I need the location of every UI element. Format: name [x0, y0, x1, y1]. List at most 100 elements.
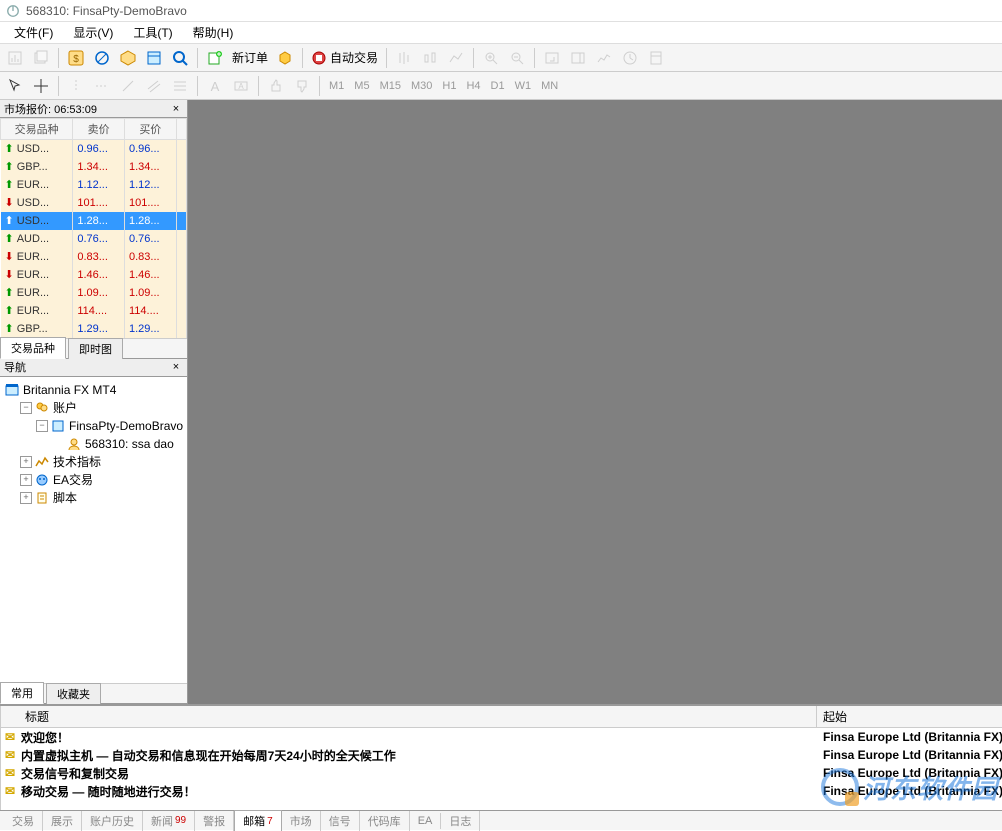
mail-subject: 内置虚拟主机 — 自动交易和信息现在开始每周7天24小时的全天候工作 [19, 747, 817, 764]
menu-file[interactable]: 文件(F) [4, 22, 63, 43]
tab-tick-chart[interactable]: 即时图 [68, 338, 123, 359]
market-row[interactable]: ⬆AUD...0.76...0.76... [1, 230, 187, 248]
close-icon[interactable]: × [169, 102, 183, 116]
strategy-tester-button[interactable] [168, 46, 192, 70]
tf-d1[interactable]: D1 [486, 78, 510, 94]
line-chart-button[interactable] [444, 46, 468, 70]
thumbs-up-icon[interactable] [264, 74, 288, 98]
tree-indicators[interactable]: + 技术指标 [2, 453, 185, 471]
tab-news[interactable]: 新闻99 [143, 811, 195, 831]
tab-mailbox[interactable]: 邮箱7 [234, 810, 282, 831]
zoom-out-button[interactable] [505, 46, 529, 70]
hline-button[interactable] [90, 74, 114, 98]
bid-price: 101.... [73, 194, 125, 212]
market-row[interactable]: ⬆EUR...114....114.... [1, 302, 187, 320]
market-row[interactable]: ⬆GBP...1.29...1.29... [1, 320, 187, 338]
tab-trade[interactable]: 交易 [4, 811, 43, 831]
tab-history[interactable]: 账户历史 [82, 811, 143, 831]
tab-common[interactable]: 常用 [0, 682, 44, 704]
tab-alerts[interactable]: 警报 [195, 811, 234, 831]
col-ask[interactable]: 买价 [124, 119, 176, 140]
expand-icon[interactable]: + [20, 456, 32, 468]
crosshair-button[interactable] [29, 74, 53, 98]
col-bid[interactable]: 卖价 [73, 119, 125, 140]
tree-accounts[interactable]: − 账户 [2, 399, 185, 417]
indicators-button[interactable] [592, 46, 616, 70]
expand-icon[interactable]: + [20, 474, 32, 486]
new-order-button[interactable]: 新订单 [228, 49, 272, 66]
col-symbol[interactable]: 交易品种 [1, 119, 73, 140]
market-row[interactable]: ⬇EUR...1.46...1.46... [1, 266, 187, 284]
tab-market[interactable]: 市场 [282, 811, 321, 831]
market-row[interactable]: ⬇USD...101....101.... [1, 194, 187, 212]
market-row[interactable]: ⬆EUR...1.09...1.09... [1, 284, 187, 302]
autoscroll-button[interactable] [540, 46, 564, 70]
cursor-button[interactable] [3, 74, 27, 98]
mail-row[interactable]: ✉内置虚拟主机 — 自动交易和信息现在开始每周7天24小时的全天候工作Finsa… [1, 746, 1002, 764]
tf-m15[interactable]: M15 [375, 78, 406, 94]
tf-h1[interactable]: H1 [437, 78, 461, 94]
chart-shift-button[interactable] [566, 46, 590, 70]
market-row[interactable]: ⬆USD...1.28...1.28... [1, 212, 187, 230]
market-row[interactable]: ⬆USD...0.96...0.96... [1, 140, 187, 158]
tf-mn[interactable]: MN [536, 78, 563, 94]
vline-button[interactable] [64, 74, 88, 98]
periods-button[interactable] [618, 46, 642, 70]
menu-help[interactable]: 帮助(H) [183, 22, 244, 43]
data-window-button[interactable] [142, 46, 166, 70]
market-row[interactable]: ⬆EUR...1.12...1.12... [1, 176, 187, 194]
menu-tools[interactable]: 工具(T) [123, 22, 182, 43]
tree-server[interactable]: − FinsaPty-DemoBravo [2, 417, 185, 435]
bar-chart-button[interactable] [392, 46, 416, 70]
fibo-button[interactable] [168, 74, 192, 98]
mail-icon: ✉ [1, 748, 19, 762]
tree-root[interactable]: Britannia FX MT4 [2, 381, 185, 399]
text-label-button[interactable]: A [229, 74, 253, 98]
text-button[interactable]: A [203, 74, 227, 98]
profiles-button[interactable] [29, 46, 53, 70]
tab-symbols[interactable]: 交易品种 [0, 337, 66, 359]
tab-codebase[interactable]: 代码库 [360, 811, 410, 831]
expand-icon[interactable]: + [20, 492, 32, 504]
close-icon[interactable]: × [169, 360, 183, 374]
candle-chart-button[interactable] [418, 46, 442, 70]
metaeditor-button[interactable] [273, 46, 297, 70]
new-order-icon[interactable] [203, 46, 227, 70]
tab-signals[interactable]: 信号 [321, 811, 360, 831]
tf-m30[interactable]: M30 [406, 78, 437, 94]
market-row[interactable]: ⬆GBP...1.34...1.34... [1, 158, 187, 176]
collapse-icon[interactable]: − [36, 420, 48, 432]
tf-w1[interactable]: W1 [510, 78, 537, 94]
tf-m1[interactable]: M1 [324, 78, 349, 94]
market-row[interactable]: ⬇EUR...0.83...0.83... [1, 248, 187, 266]
mail-row[interactable]: ✉欢迎您！Finsa Europe Ltd (Britannia FX) [1, 728, 1002, 746]
channel-button[interactable] [142, 74, 166, 98]
mail-row[interactable]: ✉交易信号和复制交易Finsa Europe Ltd (Britannia FX… [1, 764, 1002, 782]
tree-account-login[interactable]: 568310: ssa dao [2, 435, 185, 453]
autotrade-button[interactable]: 自动交易 [307, 49, 382, 66]
tab-journal[interactable]: 日志 [441, 811, 480, 831]
new-chart-button[interactable] [3, 46, 27, 70]
trendline-button[interactable] [116, 74, 140, 98]
tf-m5[interactable]: M5 [349, 78, 374, 94]
tab-favorites[interactable]: 收藏夹 [46, 683, 101, 704]
tree-scripts[interactable]: + 脚本 [2, 489, 185, 507]
navigator-button[interactable] [90, 46, 114, 70]
market-watch-button[interactable]: $ [64, 46, 88, 70]
collapse-icon[interactable]: − [20, 402, 32, 414]
mail-row[interactable]: ✉移动交易 — 随时随地进行交易！Finsa Europe Ltd (Brita… [1, 782, 1002, 800]
mail-col-subject[interactable]: 标题 [19, 706, 817, 727]
mail-subject: 交易信号和复制交易 [19, 765, 817, 782]
zoom-in-button[interactable] [479, 46, 503, 70]
terminal-button[interactable] [116, 46, 140, 70]
menu-view[interactable]: 显示(V) [63, 22, 123, 43]
tree-ea[interactable]: + EA交易 [2, 471, 185, 489]
symbol-name: EUR... [17, 287, 49, 299]
thumbs-down-icon[interactable] [290, 74, 314, 98]
templates-button[interactable] [644, 46, 668, 70]
tf-h4[interactable]: H4 [461, 78, 485, 94]
tab-ea[interactable]: EA [410, 813, 442, 829]
tab-exposure[interactable]: 展示 [43, 811, 82, 831]
mail-col-from[interactable]: 起始 [817, 706, 1002, 727]
title-bar: 568310: FinsaPty-DemoBravo [0, 0, 1002, 22]
